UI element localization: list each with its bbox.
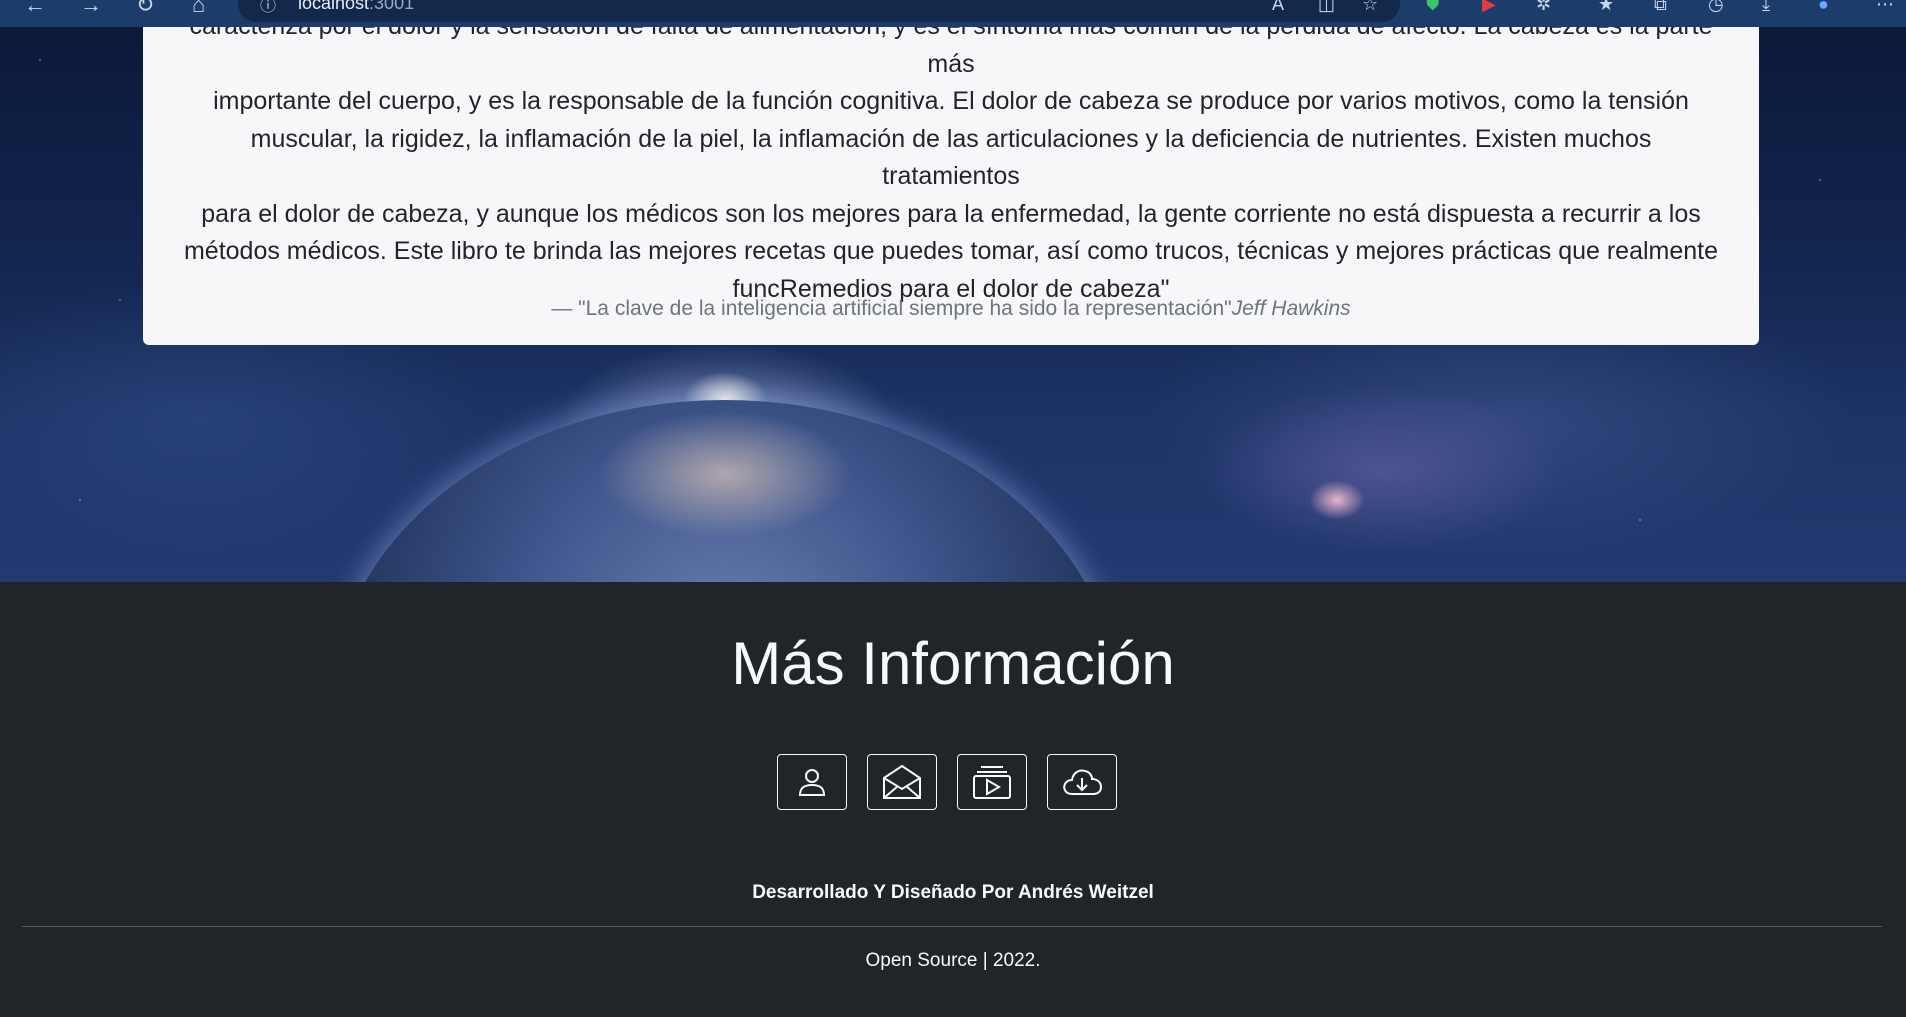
refresh-icon[interactable]: ↻ — [136, 0, 154, 16]
footer: Más Información Desarrollado Y Diseñado … — [0, 582, 1906, 1017]
quote-citation: — "La clave de la inteligencia artificia… — [143, 292, 1759, 326]
envelope-open-icon — [883, 764, 921, 799]
developer-credit: Desarrollado Y Diseñado Por Andrés Weitz… — [752, 882, 1154, 903]
cloud-download-icon — [1063, 769, 1103, 795]
favorite-add-icon[interactable]: ☆ — [1362, 0, 1378, 15]
quote-line: para el dolor de cabeza, y aunque los mé… — [201, 199, 1701, 228]
quote-line: muscular, la rigidez, la inflamación de … — [250, 124, 1652, 191]
contact-email-button[interactable] — [867, 754, 937, 810]
quote-line: importante del cuerpo, y es la responsab… — [213, 87, 1689, 115]
history-icon[interactable]: ◷ — [1708, 0, 1724, 15]
extensions-icon[interactable]: ✲ — [1536, 0, 1551, 15]
home-icon[interactable]: ⌂ — [192, 0, 205, 16]
video-extension-icon[interactable]: ▶ — [1482, 0, 1496, 15]
quote-line: métodos médicos. Este libro te brinda la… — [183, 237, 1719, 265]
site-info-icon[interactable]: ⓘ — [260, 0, 276, 18]
citation-author: Jeff Hawkins — [1231, 297, 1351, 320]
profile-avatar-icon[interactable]: ● — [1818, 0, 1829, 15]
quote-body: caracteriza por el dolor y la sensación … — [183, 8, 1719, 308]
shield-extension-icon[interactable]: ⛊ — [1426, 0, 1440, 15]
favorites-icon[interactable]: ★ — [1598, 0, 1614, 15]
quote-card: caracteriza por el dolor y la sensación … — [143, 0, 1759, 345]
footer-icon-buttons — [777, 754, 1117, 810]
address-bar-url[interactable]: localhost:3001 — [298, 0, 414, 14]
back-icon[interactable]: ← — [24, 0, 46, 16]
browser-toolbar: ← → ↻ ⌂ ⓘ localhost:3001 A ◫ ☆ ⛊ ▶ ✲ ★ ⧉… — [0, 0, 1906, 27]
profile-button[interactable] — [777, 754, 847, 810]
downloads-icon[interactable]: ⤓ — [1762, 0, 1770, 15]
download-button[interactable] — [1047, 754, 1117, 810]
footer-divider — [22, 926, 1882, 927]
more-menu-icon[interactable]: ⋯ — [1876, 0, 1894, 15]
forward-icon[interactable]: → — [80, 0, 102, 16]
citation-quote: — "La clave de la inteligencia artificia… — [551, 297, 1232, 320]
person-icon — [798, 769, 826, 796]
footer-title: Más Información — [731, 630, 1175, 697]
immersive-reader-icon[interactable]: ◫ — [1318, 0, 1335, 15]
read-aloud-icon[interactable]: A — [1272, 0, 1284, 15]
collection-play-icon — [973, 766, 1011, 799]
videos-button[interactable] — [957, 754, 1027, 810]
collections-icon[interactable]: ⧉ — [1654, 0, 1667, 15]
copyright-text: Open Source | 2022. — [865, 950, 1041, 971]
